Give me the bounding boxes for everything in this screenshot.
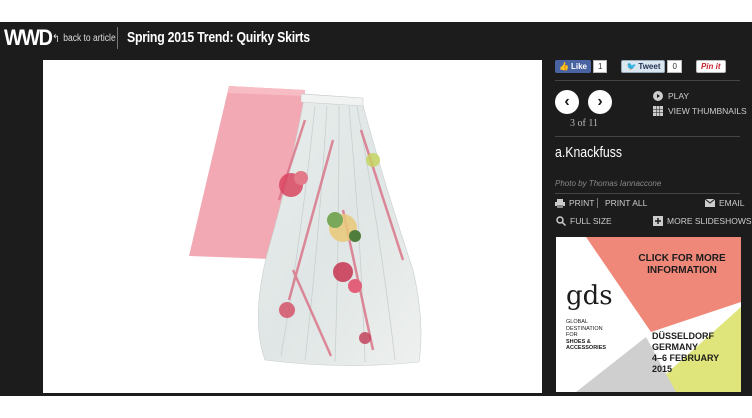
tagline-line: ACCESSORIES <box>566 345 607 351</box>
magnifier-icon <box>556 216 566 226</box>
full-size-button[interactable]: FULL SIZE <box>556 216 612 226</box>
printer-icon <box>555 198 565 208</box>
like-count: 1 <box>592 60 608 73</box>
designer-name: a.Knackfuss <box>555 144 623 161</box>
bottom-margin <box>0 396 752 418</box>
play-label: PLAY <box>668 91 690 101</box>
header-divider <box>117 27 118 49</box>
ad-dates: 4–6 FEBRUARY <box>652 353 720 363</box>
gds-logo: gds <box>566 281 613 311</box>
back-arrow-icon: ↰ <box>52 33 60 45</box>
slideshow-header: WWD ↰ back to article Spring 2015 Trend:… <box>0 22 752 56</box>
ad-event-info: DÜSSELDORF GERMANY 4–6 FEBRUARY 2015 <box>652 331 736 375</box>
tweet-button[interactable]: 🐦 Tweet <box>621 60 666 73</box>
view-thumbnails-label: VIEW THUMBNAILS <box>668 106 747 116</box>
ad-country: GERMANY <box>652 342 699 352</box>
print-button[interactable]: PRINT <box>555 198 595 208</box>
ad-year: 2015 <box>652 364 673 374</box>
pin-it-button[interactable]: Pin it <box>695 60 726 73</box>
next-slide-button[interactable]: › <box>588 90 612 114</box>
email-label: EMAIL <box>719 198 745 208</box>
previous-slide-button[interactable]: ‹ <box>555 90 579 114</box>
email-button[interactable]: EMAIL <box>705 198 745 208</box>
print-all-button[interactable]: PRINT ALL <box>605 198 647 208</box>
play-icon <box>653 91 663 101</box>
tweet-label: Tweet <box>638 62 661 71</box>
social-buttons: 👍 Like 1 🐦 Tweet 0 Pin it <box>555 60 726 73</box>
chevron-left-icon: ‹ <box>564 93 570 110</box>
facebook-like-button[interactable]: 👍 Like <box>555 60 591 73</box>
more-slideshows-label: MORE SLIDESHOWS <box>667 216 752 226</box>
photo-credit: Photo by Thomas Iannaccone <box>555 179 662 188</box>
tweet-count: 0 <box>667 60 682 73</box>
print-all-label: PRINT ALL <box>605 198 648 208</box>
thumbs-up-icon: 👍 <box>559 62 569 71</box>
ad-cta: CLICK FOR MORE INFORMATION <box>638 253 726 276</box>
view-thumbnails-button[interactable]: VIEW THUMBNAILS <box>653 106 747 116</box>
twitter-bird-icon: 🐦 <box>626 62 637 71</box>
slide-counter: 3 of 11 <box>570 118 598 129</box>
chevron-right-icon: › <box>597 93 603 110</box>
info-divider <box>555 193 740 194</box>
nav-divider <box>555 136 740 137</box>
ad-city: DÜSSELDORF <box>652 331 715 341</box>
print-label: PRINT <box>569 198 595 208</box>
play-button[interactable]: PLAY <box>653 91 689 101</box>
skirt-photo <box>189 86 422 366</box>
back-to-article-link[interactable]: ↰ back to article <box>52 32 116 45</box>
top-margin <box>0 0 752 22</box>
grid-icon <box>653 106 663 116</box>
slide-image[interactable] <box>43 60 542 393</box>
action-divider <box>597 198 598 208</box>
social-divider <box>555 80 740 81</box>
wwd-logo[interactable]: WWD <box>4 25 53 51</box>
gds-advertisement[interactable]: CLICK FOR MORE INFORMATION gds GLOBAL DE… <box>556 237 741 392</box>
like-label: Like <box>570 62 587 71</box>
more-slideshows-button[interactable]: MORE SLIDESHOWS <box>653 216 752 226</box>
back-label: back to article <box>63 33 116 44</box>
plus-icon <box>653 216 663 226</box>
envelope-icon <box>705 199 715 207</box>
gds-tagline: GLOBAL DESTINATION FOR SHOES & ACCESSORI… <box>566 319 606 352</box>
full-size-label: FULL SIZE <box>570 216 612 226</box>
page-title: Spring 2015 Trend: Quirky Skirts <box>127 29 310 46</box>
